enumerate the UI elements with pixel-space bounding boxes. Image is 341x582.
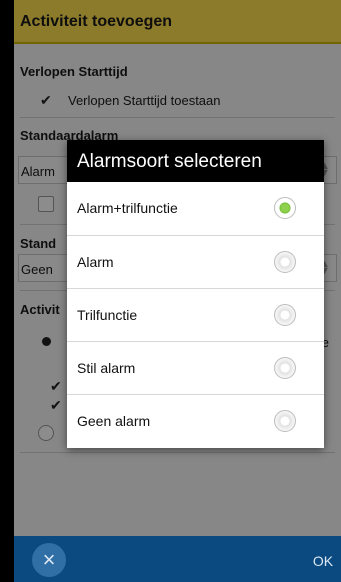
option-list: Alarm+trilfunctie Alarm Trilfunctie Stil al… <box>67 182 324 447</box>
radio-icon[interactable] <box>274 410 296 432</box>
screen: Activiteit toevoegen Verlopen Starttijd … <box>14 0 341 582</box>
option-item[interactable]: Alarm+trilfunctie <box>67 182 324 235</box>
option-label: Alarm <box>77 254 114 270</box>
option-label: Alarm+trilfunctie <box>77 200 178 216</box>
option-item[interactable]: Trilfunctie <box>67 288 324 341</box>
option-label: Stil alarm <box>77 360 136 376</box>
radio-icon[interactable] <box>274 251 296 273</box>
alarm-type-dialog: Alarmsoort selecteren Alarm+trilfunctie A… <box>67 140 324 448</box>
option-item[interactable]: Stil alarm <box>67 341 324 394</box>
cancel-button[interactable]: × <box>32 543 66 577</box>
option-item[interactable]: Geen alarm <box>67 394 324 447</box>
dialog-title: Alarmsoort selecteren <box>67 140 324 182</box>
radio-selected-icon[interactable] <box>274 197 296 219</box>
option-label: Trilfunctie <box>77 307 138 323</box>
radio-icon[interactable] <box>274 357 296 379</box>
radio-icon[interactable] <box>274 304 296 326</box>
option-item[interactable]: Alarm <box>67 235 324 288</box>
option-label: Geen alarm <box>77 413 151 429</box>
ok-button[interactable]: OK <box>306 545 340 577</box>
